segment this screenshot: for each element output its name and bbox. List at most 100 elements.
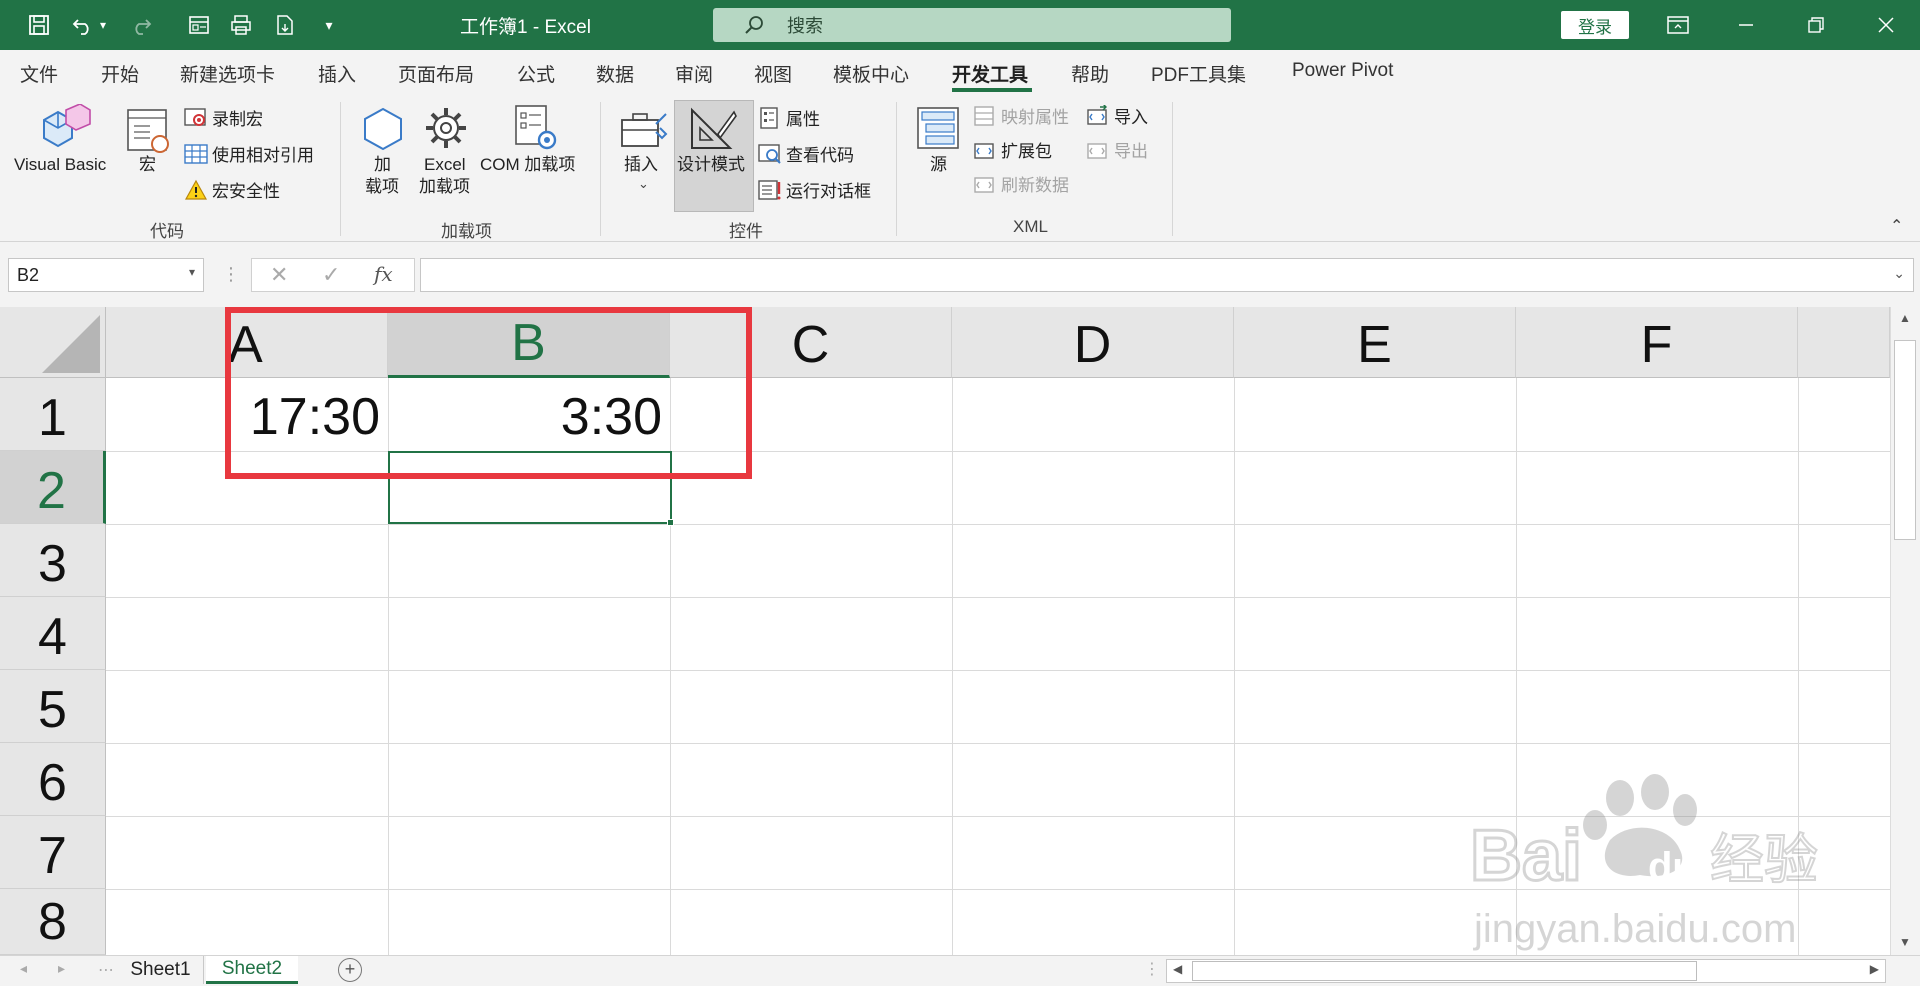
tab-developer[interactable]: 开发工具: [952, 60, 1028, 87]
xml-source-icon[interactable]: [916, 106, 962, 152]
name-box-dropdown-icon[interactable]: ▾: [189, 265, 195, 279]
tab-formulas[interactable]: 公式: [517, 60, 555, 87]
export-button[interactable]: 导出: [1086, 137, 1148, 162]
tab-insert[interactable]: 插入: [318, 60, 356, 87]
scroll-left-icon[interactable]: ◀: [1173, 962, 1182, 976]
search-input[interactable]: 搜索: [713, 8, 1231, 42]
insert-controls-dropdown-icon[interactable]: ⌄: [638, 176, 649, 192]
close-icon[interactable]: [1866, 8, 1906, 42]
save-icon[interactable]: [26, 12, 52, 38]
macro-security-button[interactable]: 宏安全性: [184, 177, 280, 202]
undo-dropdown-icon[interactable]: ▾: [96, 12, 110, 38]
record-macro-button[interactable]: 录制宏: [184, 105, 263, 130]
tab-template-center[interactable]: 模板中心: [833, 60, 909, 87]
relative-reference-label: 使用相对引用: [212, 146, 314, 165]
properties-button[interactable]: 属性: [758, 105, 820, 130]
map-properties-button[interactable]: 映射属性: [973, 103, 1069, 128]
more-sheets-icon[interactable]: ⋯: [98, 960, 114, 980]
form-icon[interactable]: [186, 12, 212, 38]
scroll-up-icon[interactable]: ▲: [1899, 311, 1911, 325]
column-header-d[interactable]: D: [952, 307, 1234, 378]
row-header-3[interactable]: 3: [0, 524, 106, 597]
tab-review[interactable]: 审阅: [675, 60, 713, 87]
map-properties-icon: [974, 105, 994, 126]
scroll-down-icon[interactable]: ▼: [1899, 935, 1911, 949]
tab-view[interactable]: 视图: [754, 60, 792, 87]
restore-icon[interactable]: [1796, 8, 1836, 42]
visual-basic-icon[interactable]: [36, 103, 92, 154]
insert-controls-toolbox-icon[interactable]: [620, 110, 668, 154]
fill-handle[interactable]: [667, 519, 674, 526]
column-header-g-partial[interactable]: [1798, 307, 1890, 378]
addins-label-line2[interactable]: 载项: [365, 176, 399, 198]
tab-home[interactable]: 开始: [101, 60, 139, 87]
add-sheet-icon[interactable]: +: [338, 958, 362, 982]
redo-icon[interactable]: [128, 12, 154, 38]
column-header-e[interactable]: E: [1234, 307, 1516, 378]
group-divider: [340, 102, 341, 236]
group-label-xml: XML: [1013, 217, 1048, 236]
select-all-button[interactable]: [0, 307, 106, 378]
visual-basic-label[interactable]: Visual Basic: [14, 154, 106, 176]
formula-input[interactable]: ⌄: [420, 258, 1914, 292]
customize-toolbar-icon[interactable]: ▾: [316, 12, 342, 38]
tab-page-layout[interactable]: 页面布局: [398, 60, 474, 87]
expansion-packs-icon: [974, 142, 994, 159]
print-preview-icon[interactable]: [228, 12, 254, 38]
export-pdf-icon[interactable]: [272, 12, 298, 38]
sheet-tab-sheet1[interactable]: Sheet1: [118, 956, 204, 984]
tab-data[interactable]: 数据: [596, 60, 634, 87]
addins-label-line1[interactable]: 加: [374, 154, 391, 176]
row-header-5[interactable]: 5: [0, 670, 106, 743]
import-label: 导入: [1114, 108, 1148, 127]
relative-reference-button[interactable]: 使用相对引用: [184, 141, 314, 166]
warning-icon: [184, 179, 208, 200]
com-addins-icon[interactable]: [514, 104, 558, 152]
import-button[interactable]: 导入: [1086, 103, 1148, 128]
row-header-7[interactable]: 7: [0, 816, 106, 889]
tab-split-handle-icon[interactable]: ⋮: [1144, 959, 1160, 979]
insert-controls-label[interactable]: 插入: [624, 154, 658, 176]
column-header-f[interactable]: F: [1516, 307, 1798, 378]
excel-addins-gear-icon[interactable]: [422, 104, 470, 152]
run-dialog-button[interactable]: 运行对话框: [758, 177, 871, 202]
collapse-ribbon-icon[interactable]: ⌃: [1890, 216, 1903, 236]
sheet-tab-sheet2[interactable]: Sheet2: [206, 956, 298, 984]
cancel-entry-icon[interactable]: ✕: [270, 262, 288, 288]
insert-function-icon[interactable]: fx: [374, 262, 393, 286]
macro-label[interactable]: 宏: [139, 154, 156, 176]
view-code-button[interactable]: 查看代码: [758, 141, 854, 166]
row-header-8[interactable]: 8: [0, 889, 106, 955]
prev-sheet-icon[interactable]: ◂: [20, 960, 27, 977]
name-box[interactable]: B2 ▾: [8, 258, 204, 292]
view-code-icon: [758, 143, 781, 164]
ribbon-display-icon[interactable]: [1658, 8, 1698, 42]
excel-addins-label-line1[interactable]: Excel: [424, 154, 466, 176]
expand-formula-bar-icon[interactable]: ⌄: [1893, 265, 1905, 282]
name-box-value: B2: [17, 265, 40, 285]
com-addins-label[interactable]: COM 加载项: [480, 154, 575, 176]
refresh-data-button[interactable]: 刷新数据: [973, 171, 1069, 196]
login-button[interactable]: 登录: [1561, 11, 1629, 39]
drag-handle-icon[interactable]: ⋮: [222, 264, 240, 285]
scroll-right-icon[interactable]: ▶: [1870, 962, 1879, 976]
row-header-6[interactable]: 6: [0, 743, 106, 816]
xml-source-label[interactable]: 源: [930, 154, 947, 176]
row-header-1[interactable]: 1: [0, 378, 106, 451]
confirm-entry-icon[interactable]: ✓: [322, 262, 340, 288]
undo-icon[interactable]: [70, 12, 96, 38]
tab-pdf-tools[interactable]: PDF工具集: [1151, 60, 1246, 87]
tab-help[interactable]: 帮助: [1071, 60, 1109, 87]
row-header-2[interactable]: 2: [0, 451, 106, 524]
minimize-icon[interactable]: [1726, 8, 1766, 42]
macro-icon[interactable]: [126, 106, 172, 156]
expansion-packs-button[interactable]: 扩展包: [973, 137, 1052, 162]
tab-power-pivot[interactable]: Power Pivot: [1292, 60, 1393, 82]
excel-addins-label-line2[interactable]: 加载项: [419, 176, 470, 198]
vertical-scroll-thumb[interactable]: [1894, 340, 1916, 540]
addins-icon[interactable]: [360, 106, 406, 152]
tab-file[interactable]: 文件: [20, 60, 58, 87]
next-sheet-icon[interactable]: ▸: [58, 960, 65, 977]
tab-new-tab[interactable]: 新建选项卡: [180, 60, 275, 87]
row-header-4[interactable]: 4: [0, 597, 106, 670]
